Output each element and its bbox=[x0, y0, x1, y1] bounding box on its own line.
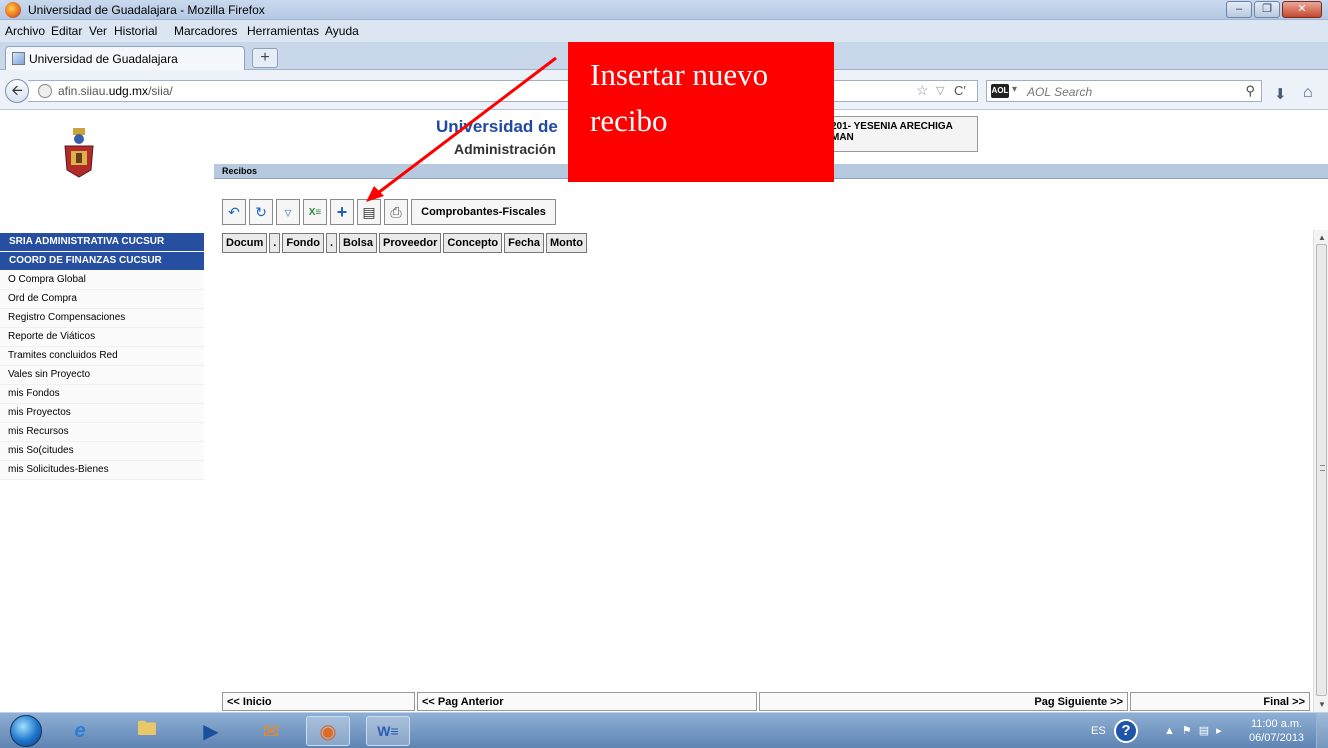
next-page-link[interactable]: Pag Siguiente >> bbox=[759, 692, 1128, 711]
records-toolbar: ↶ ↻ ▿ X≡ + ▤ ⎙ Comprobantes-Fiscales bbox=[222, 199, 556, 226]
url-text: afin.siiau.udg.mx/siia/ bbox=[58, 84, 173, 98]
column-separator[interactable]: . bbox=[325, 233, 338, 253]
sidebar-item-mis-proyectos[interactable]: mis Proyectos bbox=[0, 404, 204, 423]
sidebar-group-sria[interactable]: SRIA ADMINISTRATIVA CUCSUR bbox=[0, 233, 204, 252]
filter-icon[interactable]: ▿ bbox=[276, 199, 300, 225]
sidebar-item-reporte-viaticos[interactable]: Reporte de Viáticos bbox=[0, 328, 204, 347]
undo-icon[interactable]: ↶ bbox=[222, 199, 246, 225]
user-name-line1: 201- YESENIA ARECHIGA bbox=[831, 121, 953, 132]
tab-universidad[interactable]: Universidad de Guadalajara bbox=[5, 46, 245, 70]
column-fecha[interactable]: Fecha bbox=[504, 233, 544, 253]
user-name-line2: MAN bbox=[831, 132, 854, 143]
menu-historial[interactable]: Historial bbox=[114, 24, 157, 38]
address-bar[interactable]: afin.siiau.udg.mx/siia/ ☆ ▽ C′ bbox=[28, 80, 978, 102]
word-icon[interactable]: W≡ bbox=[366, 716, 410, 746]
document-icon[interactable]: ▤ bbox=[357, 199, 381, 225]
maximize-button[interactable]: ❐ bbox=[1254, 1, 1280, 18]
add-receipt-button[interactable]: + bbox=[330, 199, 354, 225]
print-icon[interactable]: ⎙ bbox=[384, 199, 408, 225]
menu-ayuda[interactable]: Ayuda bbox=[325, 24, 359, 38]
sidebar-item-vales-sin-proyecto[interactable]: Vales sin Proyecto bbox=[0, 366, 204, 385]
firefox-taskbar-icon[interactable]: ◉ bbox=[306, 716, 350, 746]
search-box[interactable]: AOL ▾ AOL Search ⚲ bbox=[986, 80, 1262, 102]
search-placeholder: AOL Search bbox=[1027, 85, 1093, 99]
downloads-icon[interactable]: ⬇ bbox=[1274, 85, 1287, 103]
site-favicon-icon bbox=[12, 52, 25, 65]
callout-line1: Insertar nuevo bbox=[590, 57, 769, 92]
aol-engine-icon[interactable]: AOL bbox=[991, 84, 1009, 98]
university-crest-logo bbox=[64, 128, 94, 178]
windows-taskbar: e 🖿 ▶ ✉ ◉ W≡ ES ? ▲⚑▤▸ 11:00 a.m. 06/07/… bbox=[0, 712, 1328, 748]
column-separator[interactable]: . bbox=[269, 233, 281, 253]
menu-editar[interactable]: Editar bbox=[51, 24, 82, 38]
reload-icon[interactable]: C′ bbox=[954, 83, 966, 98]
column-concepto[interactable]: Concepto bbox=[443, 233, 503, 253]
sidebar-menu: SRIA ADMINISTRATIVA CUCSUR COORD DE FINA… bbox=[0, 233, 204, 480]
back-button[interactable]: 🡨 bbox=[5, 79, 29, 103]
column-docum[interactable]: Docum bbox=[222, 233, 268, 253]
minimize-button[interactable]: – bbox=[1226, 1, 1252, 18]
clock-date: 06/07/2013 bbox=[1249, 732, 1305, 744]
sidebar-item-registro-compensaciones[interactable]: Registro Compensaciones bbox=[0, 309, 204, 328]
menu-marcadores[interactable]: Marcadores bbox=[174, 24, 237, 38]
language-indicator[interactable]: ES bbox=[1091, 725, 1106, 737]
scroll-up-icon[interactable]: ▲ bbox=[1318, 233, 1326, 242]
column-proveedor[interactable]: Proveedor bbox=[378, 233, 442, 253]
window-title: Universidad de Guadalajara - Mozilla Fir… bbox=[28, 3, 265, 17]
help-icon[interactable]: ? bbox=[1114, 719, 1138, 743]
new-tab-button[interactable]: + bbox=[252, 48, 278, 68]
clock-time: 11:00 a.m. bbox=[1250, 718, 1303, 730]
sidebar-item-tramites-concluidos[interactable]: Tramites concluidos Red bbox=[0, 347, 204, 366]
sidebar-item-o-compra-global[interactable]: O Compra Global bbox=[0, 271, 204, 290]
university-title: Universidad de bbox=[436, 117, 558, 136]
column-monto[interactable]: Monto bbox=[545, 233, 587, 253]
scrollbar-thumb[interactable] bbox=[1316, 244, 1327, 696]
tab-title: Universidad de Guadalajara bbox=[29, 52, 178, 66]
vertical-scrollbar[interactable]: ▲ ▼ bbox=[1313, 230, 1328, 712]
sidebar-item-mis-fondos[interactable]: mis Fondos bbox=[0, 385, 204, 404]
home-icon[interactable]: ⌂ bbox=[1303, 84, 1313, 102]
sidebar-item-mis-solicitudes[interactable]: mis So(citudes bbox=[0, 442, 204, 461]
file-explorer-icon[interactable]: 🖿 bbox=[125, 716, 169, 746]
media-player-icon[interactable]: ▶ bbox=[189, 716, 233, 746]
sidebar-item-mis-recursos[interactable]: mis Recursos bbox=[0, 423, 204, 442]
sidebar-group-coord[interactable]: COORD DE FINANZAS CUCSUR bbox=[0, 252, 204, 271]
menu-herramientas[interactable]: Herramientas bbox=[247, 24, 319, 38]
menu-ver[interactable]: Ver bbox=[89, 24, 107, 38]
column-fondo[interactable]: Fondo bbox=[282, 233, 324, 253]
outlook-icon[interactable]: ✉ bbox=[249, 716, 293, 746]
refresh-icon[interactable]: ↻ bbox=[249, 199, 273, 225]
callout-line2: recibo bbox=[590, 103, 668, 138]
window-titlebar: Universidad de Guadalajara - Mozilla Fir… bbox=[0, 0, 1328, 20]
tray-icons[interactable]: ▲⚑▤▸ bbox=[1164, 724, 1229, 737]
internet-explorer-icon[interactable]: e bbox=[58, 716, 102, 746]
menu-bar: Archivo Editar Ver Historial Marcadores … bbox=[0, 20, 1328, 42]
table-header-row: Docum . Fondo . Bolsa Proveedor Concepto… bbox=[222, 233, 587, 253]
annotation-callout: Insertar nuevo recibo bbox=[568, 42, 834, 182]
close-button[interactable]: ✕ bbox=[1282, 1, 1322, 18]
last-page-link[interactable]: Final >> bbox=[1130, 692, 1310, 711]
firefox-logo-icon bbox=[5, 2, 21, 18]
previous-page-link[interactable]: << Pag Anterior bbox=[417, 692, 757, 711]
sidebar-item-ord-de-compra[interactable]: Ord de Compra bbox=[0, 290, 204, 309]
column-bolsa[interactable]: Bolsa bbox=[339, 233, 377, 253]
excel-export-icon[interactable]: X≡ bbox=[303, 199, 327, 225]
sidebar-item-mis-solicitudes-bienes[interactable]: mis Solicitudes-Bienes bbox=[0, 461, 204, 480]
comprobantes-fiscales-button[interactable]: Comprobantes-Fiscales bbox=[411, 199, 556, 225]
administration-subtitle: Administración bbox=[454, 141, 556, 157]
engine-dropdown-icon[interactable]: ▾ bbox=[1012, 84, 1017, 95]
scroll-down-icon[interactable]: ▼ bbox=[1318, 700, 1326, 709]
search-icon[interactable]: ⚲ bbox=[1245, 83, 1255, 99]
history-dropdown-icon[interactable]: ▽ bbox=[936, 84, 944, 97]
menu-archivo[interactable]: Archivo bbox=[5, 24, 45, 38]
show-desktop-button[interactable] bbox=[1316, 713, 1328, 748]
pagination-bar: << Inicio << Pag Anterior Pag Siguiente … bbox=[222, 692, 1312, 711]
first-page-link[interactable]: << Inicio bbox=[222, 692, 415, 711]
globe-icon bbox=[38, 84, 52, 98]
start-button[interactable] bbox=[10, 715, 42, 747]
system-clock[interactable]: 11:00 a.m. 06/07/2013 bbox=[1249, 717, 1304, 745]
bookmark-star-icon[interactable]: ☆ bbox=[916, 82, 929, 99]
section-title: Recibos bbox=[222, 166, 258, 176]
